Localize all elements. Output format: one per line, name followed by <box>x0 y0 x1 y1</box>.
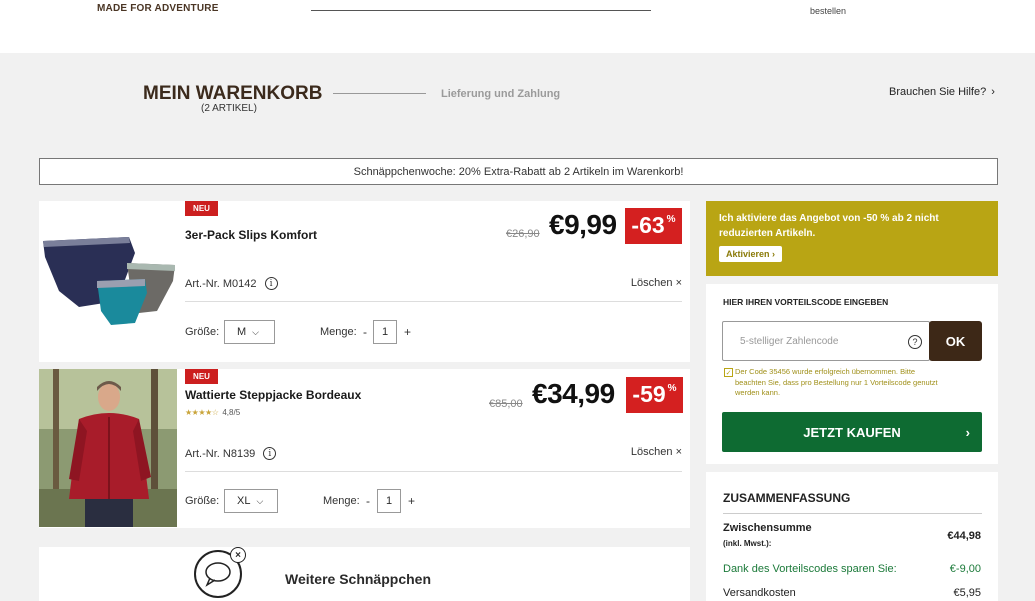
activate-button[interactable]: Aktivieren › <box>719 246 783 262</box>
buy-now-label: JETZT KAUFEN <box>803 424 901 440</box>
item-divider <box>185 471 682 472</box>
subtotal-value: €44,98 <box>947 530 981 542</box>
quantity-input[interactable]: 1 <box>373 320 397 344</box>
order-summary: ZUSAMMENFASSUNG Zwischensumme (inkl. Mws… <box>706 472 998 601</box>
delete-button[interactable]: Löschen × <box>631 446 682 458</box>
chevron-right-icon: › <box>965 424 970 440</box>
discount-value: -63 <box>631 212 665 238</box>
rating-value: 4,8/5 <box>222 408 241 417</box>
chevron-down-icon: ⌵ <box>256 495 264 506</box>
help-link[interactable]: Brauchen Sie Hilfe? › <box>889 86 995 98</box>
buy-now-button[interactable]: JETZT KAUFEN › <box>722 412 982 452</box>
size-value: M <box>237 326 247 338</box>
voucher-heading: HIER IHREN VORTEILSCODE EINGEBEN <box>723 297 889 307</box>
new-badge: NEU <box>185 369 218 384</box>
product-name[interactable]: Wattierte Steppjacke Bordeaux <box>185 388 361 402</box>
quantity-increase-button[interactable]: + <box>408 494 415 508</box>
discount-value: -59 <box>632 381 666 407</box>
quantity-label: Menge: <box>320 326 357 338</box>
discount-badge: -63% <box>625 208 682 244</box>
rating: ★★★★☆ 4,8/5 <box>185 408 240 417</box>
rating-stars-icon: ★★★★☆ <box>185 408 219 417</box>
quantity-decrease-button[interactable]: - <box>363 325 367 339</box>
info-icon[interactable]: i <box>264 277 278 290</box>
further-bargains-card[interactable]: × Weitere Schnäppchen <box>39 547 690 601</box>
size-value: XL <box>237 495 251 507</box>
savings-label: Dank des Vorteilscodes sparen Sie: <box>723 563 897 575</box>
shipping-label: Versandkosten <box>723 587 796 599</box>
top-bar: MADE FOR ADVENTURE bestellen <box>0 0 1035 53</box>
checkmark-icon: ✓ <box>724 368 733 377</box>
top-divider <box>311 10 651 11</box>
close-icon[interactable]: × <box>230 547 246 563</box>
product-name[interactable]: 3er-Pack Slips Komfort <box>185 228 317 242</box>
help-label: Brauchen Sie Hilfe? <box>889 86 987 98</box>
summary-heading: ZUSAMMENFASSUNG <box>723 491 851 505</box>
size-select[interactable]: M ⌵ <box>224 320 275 344</box>
further-bargains-title: Weitere Schnäppchen <box>285 571 432 587</box>
old-price: €85,00 <box>489 398 523 410</box>
percent-sign: % <box>666 214 676 225</box>
delete-button[interactable]: Löschen × <box>631 277 682 289</box>
voucher-box: HIER IHREN VORTEILSCODE EINGEBEN 5-stell… <box>706 284 998 464</box>
article-number-text: Art.-Nr. M0142 <box>185 277 257 290</box>
step-connector <box>333 93 426 94</box>
quantity-decrease-button[interactable]: - <box>366 494 370 508</box>
savings-value: €-9,00 <box>949 563 981 575</box>
quantity-increase-button[interactable]: + <box>404 325 411 339</box>
article-number-text: Art.-Nr. N8139 <box>185 447 256 460</box>
size-label: Größe: <box>185 495 220 507</box>
item-count: (2 ARTIKEL) <box>201 103 257 114</box>
product-image-briefs[interactable] <box>39 201 177 359</box>
item-divider <box>185 301 682 302</box>
chevron-down-icon: ⌵ <box>252 326 259 337</box>
product-image-jacket[interactable] <box>39 369 177 527</box>
discount-badge: -59% <box>626 377 683 413</box>
subtotal-label: Zwischensumme <box>723 522 812 534</box>
page-title: MEIN WARENKORB <box>143 83 323 104</box>
subtotal-note: (inkl. Mwst.): <box>723 539 772 548</box>
info-icon[interactable]: i <box>263 447 277 460</box>
shipping-value: €5,95 <box>953 587 981 599</box>
order-link[interactable]: bestellen <box>810 6 846 16</box>
voucher-success-message: Der Code 35456 wurde erfolgreich übernom… <box>735 367 938 397</box>
brand-tagline[interactable]: MADE FOR ADVENTURE <box>97 3 219 14</box>
offer-box: Ich aktiviere das Angebot von -50 % ab 2… <box>706 201 998 276</box>
size-select[interactable]: XL ⌵ <box>224 489 278 513</box>
article-number: Art.-Nr. N8139 i <box>185 447 277 460</box>
price: €34,99 <box>532 378 615 409</box>
size-label: Größe: <box>185 326 220 338</box>
ok-button[interactable]: OK <box>929 321 982 361</box>
quantity-label: Menge: <box>323 495 360 507</box>
cart-item: NEU Wattierte Steppjacke Bordeaux ★★★★☆ 4… <box>39 369 690 528</box>
price: €9,99 <box>549 209 617 240</box>
old-price: €26,90 <box>506 228 540 240</box>
chevron-right-icon: › <box>991 86 995 98</box>
percent-sign: % <box>667 383 677 394</box>
cart-item: NEU 3er-Pack Slips Komfort €26,90 €9,99 … <box>39 201 690 362</box>
article-number: Art.-Nr. M0142 i <box>185 277 278 290</box>
new-badge: NEU <box>185 201 218 216</box>
summary-divider <box>723 513 982 514</box>
quantity-input[interactable]: 1 <box>377 489 401 513</box>
offer-text: Ich aktiviere das Angebot von -50 % ab 2… <box>719 213 939 239</box>
help-icon[interactable]: ? <box>908 335 922 349</box>
promo-banner: Schnäppchenwoche: 20% Extra-Rabatt ab 2 … <box>39 158 998 185</box>
voucher-code-input[interactable]: 5-stelliger Zahlencode <box>722 321 930 361</box>
step-delivery-payment: Lieferung und Zahlung <box>441 88 561 100</box>
